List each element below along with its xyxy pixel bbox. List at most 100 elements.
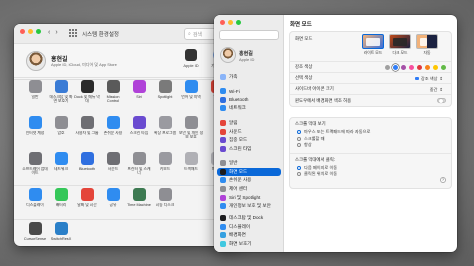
highlight-color-select[interactable]: 강조 색상 ⇕ (412, 76, 446, 82)
light-mode-option[interactable]: 라이트 모드 (362, 34, 384, 56)
pane-at[interactable]: 인터넷 계정 (22, 116, 48, 140)
network-icon (220, 105, 226, 112)
sidebar-item-bell[interactable]: 알림 (217, 119, 281, 128)
sidebar-item-dock[interactable]: 데스크탑 및 Dock (217, 214, 281, 223)
pane-trackpad[interactable]: 트랙패드 (178, 152, 204, 176)
pane-desktop[interactable]: 데스크탑 및 화면 보호기 (48, 80, 74, 104)
pane-label: 사운드 (107, 167, 119, 171)
sidebar-item-moon[interactable]: 집중 모드 (217, 136, 281, 145)
sidebar-item-label: 스크린 타임 (229, 146, 252, 152)
sidebar-item-label: Siri 및 Spotlight (229, 194, 261, 200)
sidebar-item-display[interactable]: 디스플레이 (217, 223, 281, 232)
pane-time-machine[interactable]: Time Machine (126, 188, 152, 212)
system-preferences-window[interactable]: ‹ › 시스템 환경설정 ⌕ 검색 홍현길 Apple ID, iCloud, … (14, 24, 240, 246)
pane-globe[interactable]: 언어 및 지역 (178, 80, 204, 104)
pane-disk[interactable]: 시동 디스크 (152, 188, 178, 212)
pane-row: CursorSense SwitchResX (22, 222, 232, 246)
minimize-window-button[interactable] (28, 29, 33, 34)
sidebar-item-control-center[interactable]: 제어 센터 (217, 185, 281, 194)
forward-arrow-icon[interactable]: › (55, 29, 57, 36)
pane-spotlight[interactable]: Spotlight (152, 80, 178, 104)
pane-mission-control[interactable]: Mission Control (100, 80, 126, 104)
apple-id-pane[interactable]: Apple ID (178, 49, 204, 68)
accent-swatch[interactable] (433, 65, 438, 70)
pane-general[interactable]: 일반 (22, 80, 48, 104)
sidebar-item-label: 가족 (229, 74, 238, 80)
at-icon (28, 116, 42, 129)
pane-sharing[interactable]: 공유 (100, 188, 126, 212)
accent-swatch[interactable] (385, 65, 390, 70)
sidebar-item-label: 제어 센터 (229, 186, 248, 192)
speaker-icon (220, 128, 226, 135)
section-divider (14, 77, 240, 78)
nav-buttons: ‹ › (48, 29, 58, 36)
sidebar-item-wifi[interactable]: Wi-Fi (217, 87, 281, 96)
sidebar-search-input[interactable] (219, 30, 279, 40)
pane-gear[interactable]: 소프트웨어 업데이트 (22, 152, 48, 176)
pane-printer[interactable]: 프린터 및 스캐너 (126, 152, 152, 176)
sidebar-icon-size-select[interactable]: 중간 ⇕ (427, 87, 446, 93)
sidebar-account[interactable]: 홍현길 Apple ID (218, 44, 280, 70)
pane-house[interactable]: 보안 및 개인 정보 보호 (178, 116, 204, 140)
wallpaper-tint-toggle[interactable] (437, 98, 446, 104)
pane-battery[interactable]: 배터리 (48, 188, 74, 212)
sidebar-item-label: 개인정보 보호 및 보안 (229, 203, 271, 209)
moon-icon (220, 137, 226, 144)
avatar[interactable] (26, 51, 46, 71)
appearance-pane: 화면 모드 화면 모드 강조 색상 선택 색상 강조 색상 ⇕ 사이드바 아이콘… (284, 15, 457, 252)
pane-siri[interactable]: Siri (126, 80, 152, 104)
pane-users[interactable]: 사용자 및 그룹 (74, 116, 100, 140)
accent-swatch[interactable] (409, 65, 414, 70)
sidebar-item-screensaver[interactable]: 화면 보호기 (217, 240, 281, 249)
sidebar-item-gear[interactable]: 일반 (217, 159, 281, 168)
sidebar-item-hourglass[interactable]: 스크린 타임 (217, 145, 281, 154)
scroll-show-options: 마우스 또는 트랙패드에 따라 자동으로 스크롤할 때 항상 (295, 129, 446, 149)
pane-speaker[interactable]: 사운드 (100, 152, 126, 176)
system-settings-window[interactable]: 홍현길 Apple ID 가족 Wi-Fi Bluetooth 네트워크알림 사운드 집중… (214, 15, 457, 252)
pane-hourglass[interactable]: 스크린 타임 (126, 116, 152, 140)
back-arrow-icon[interactable]: ‹ (48, 29, 50, 36)
sidebar-item-speaker[interactable]: 사운드 (217, 128, 281, 137)
close-window-button[interactable] (20, 29, 25, 34)
pane-label: 프린터 및 스캐너 (127, 167, 151, 176)
accent-swatch[interactable] (425, 65, 430, 70)
radio-option[interactable]: 클릭된 위치로 이동 (295, 171, 446, 178)
pane-bluetooth[interactable]: Bluetooth (74, 152, 100, 176)
pane-network[interactable]: 네트워크 (48, 152, 74, 176)
pane-keyboard[interactable]: 키보드 (152, 152, 178, 176)
auto-mode-option[interactable]: 자동 (416, 34, 438, 56)
pane-cursorsense[interactable]: CursorSense (22, 222, 48, 246)
sidebar-item-bluetooth[interactable]: Bluetooth (217, 96, 281, 105)
pane-key[interactable]: 암호 (48, 116, 74, 140)
pane-row: 일반 데스크탑 및 화면 보호기 Dock 및 메뉴 막대 Mission Contr… (22, 80, 232, 104)
zoom-window-button[interactable] (36, 29, 41, 34)
dark-mode-option[interactable]: 다크 모드 (389, 34, 411, 56)
minimize-window-button[interactable] (228, 20, 233, 25)
accent-swatch[interactable] (441, 65, 446, 70)
accent-swatch[interactable] (401, 65, 406, 70)
sidebar-item-hand[interactable]: 개인정보 보호 및 보안 (217, 202, 281, 211)
pane-label: 시동 디스크 (155, 203, 175, 207)
close-window-button[interactable] (220, 20, 225, 25)
pane-switchresx[interactable]: SwitchResX (48, 222, 74, 246)
users-icon (80, 116, 94, 129)
accent-swatch[interactable] (417, 65, 422, 70)
radio-option[interactable]: 항상 (295, 142, 446, 149)
pane-dock[interactable]: Dock 및 메뉴 막대 (74, 80, 100, 104)
accent-swatch[interactable] (393, 65, 398, 70)
zoom-window-button[interactable] (236, 20, 241, 25)
help-button[interactable]: ? (440, 176, 446, 183)
pane-label: 사용자 및 그룹 (75, 131, 99, 135)
pane-display[interactable]: 디스플레이 (22, 188, 48, 212)
sidebar-item-family[interactable]: 가족 (217, 73, 281, 82)
pane-puzzle[interactable]: 확장 프로그램 (152, 116, 178, 140)
show-all-grid-icon[interactable] (68, 28, 78, 38)
pane-accessibility[interactable]: 손쉬운 사용 (100, 116, 126, 140)
sidebar-item-siri[interactable]: Siri 및 Spotlight (217, 193, 281, 202)
pane-clock[interactable]: 날짜 및 시간 (74, 188, 100, 212)
sidebar-item-accessibility[interactable]: 손쉬운 사용 (217, 176, 281, 185)
sidebar-item-network[interactable]: 네트워크 (217, 104, 281, 113)
sidebar-item-wallpaper[interactable]: 배경화면 (217, 231, 281, 240)
sidebar-item-appearance[interactable]: 화면 모드 (217, 167, 281, 177)
sidebar-group: 데스크탑 및 Dock 디스플레이 배경화면 화면 보호기 (217, 214, 281, 248)
